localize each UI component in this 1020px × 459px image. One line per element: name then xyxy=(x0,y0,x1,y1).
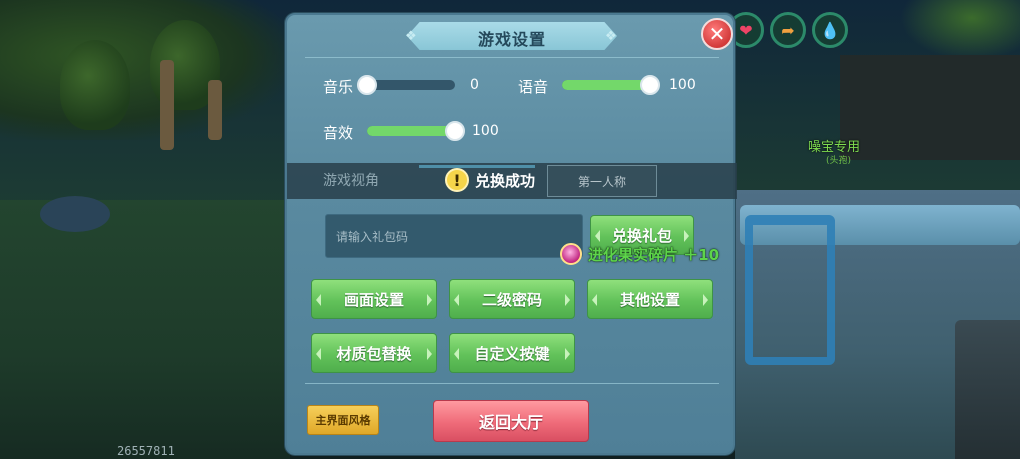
music-label: 音乐 xyxy=(323,78,354,96)
toast-text: 兑换成功 xyxy=(475,171,536,190)
sfx-value: 100 xyxy=(472,123,499,139)
close-button[interactable]: ✕ xyxy=(701,18,733,50)
view-mode-label: 游戏视角 xyxy=(323,173,379,189)
background-machine xyxy=(955,320,1020,459)
user-id: 26557811 xyxy=(117,444,175,458)
reward-notification: 进化果实碎片 ＋10 xyxy=(560,243,719,265)
background-grass xyxy=(0,200,290,459)
divider xyxy=(305,57,719,58)
voice-slider-handle[interactable] xyxy=(640,75,660,95)
background-rock xyxy=(40,196,110,232)
water-drop-icon[interactable]: 💧 xyxy=(812,12,848,48)
gift-code-input[interactable]: 请输入礼包码 xyxy=(325,214,583,258)
other-settings-button[interactable]: 其他设置 xyxy=(587,279,713,319)
secondary-password-button[interactable]: 二级密码 xyxy=(449,279,575,319)
close-x-icon: ✕ xyxy=(708,22,726,46)
voice-value: 100 xyxy=(669,77,696,93)
sfx-label: 音效 xyxy=(323,124,354,142)
evolution-fruit-icon xyxy=(560,243,582,265)
sfx-slider[interactable] xyxy=(367,121,465,141)
background-trees xyxy=(900,0,1020,60)
custom-keys-button[interactable]: 自定义按键 xyxy=(449,333,575,373)
divider xyxy=(305,383,719,384)
main-ui-style-button[interactable]: 主界面风格 xyxy=(307,405,379,435)
graphics-settings-button[interactable]: 画面设置 xyxy=(311,279,437,319)
return-lobby-button[interactable]: 返回大厅 xyxy=(433,400,589,442)
music-slider[interactable] xyxy=(357,75,455,95)
reward-text: 进化果实碎片 ＋10 xyxy=(588,245,720,264)
sfx-slider-fill xyxy=(367,126,455,136)
sfx-slider-handle[interactable] xyxy=(445,121,465,141)
background-structure xyxy=(840,55,1020,160)
voice-slider[interactable] xyxy=(562,75,660,95)
background-tree xyxy=(60,40,130,130)
redeem-success-toast: ! 兑换成功 xyxy=(445,168,535,192)
npc-subtitle: (头孢) xyxy=(826,156,852,166)
game-settings-dialog: ❖ ❖ 游戏设置 ✕ 音乐 0 语音 100 音效 100 游戏视角 第一人称 … xyxy=(285,13,737,455)
background-tree-trunk xyxy=(160,60,174,150)
hud-status-icons: ❤ ➦ 💧 xyxy=(728,12,848,48)
voice-slider-fill xyxy=(562,80,650,90)
music-value: 0 xyxy=(470,77,479,93)
background-tree-trunk xyxy=(208,80,222,140)
background-rail xyxy=(745,215,835,365)
warning-icon: ! xyxy=(445,168,469,192)
texture-pack-button[interactable]: 材质包替换 xyxy=(311,333,437,373)
background-trees xyxy=(0,0,290,140)
music-slider-handle[interactable] xyxy=(357,75,377,95)
voice-label: 语音 xyxy=(518,78,549,96)
dialog-title: 游戏设置 xyxy=(477,30,546,49)
tab-first-person[interactable]: 第一人称 xyxy=(547,165,657,197)
arrow-icon[interactable]: ➦ xyxy=(770,12,806,48)
